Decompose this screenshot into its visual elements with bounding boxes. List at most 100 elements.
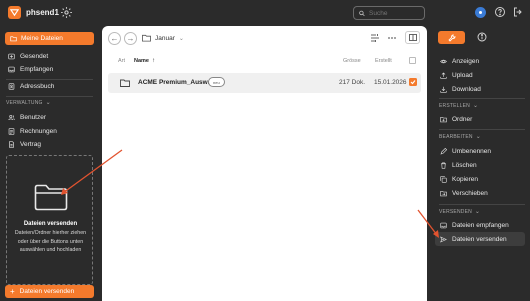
trash-icon [441, 162, 446, 169]
row-size: 217 Dok. [339, 79, 366, 86]
action-delete[interactable]: Löschen [440, 160, 477, 171]
action-rename[interactable]: Umbenennen [440, 146, 491, 157]
info-icon[interactable] [477, 32, 487, 42]
section-admin[interactable]: VERWALTUNG ⌄ [6, 99, 51, 107]
row-created: 15.01.2026 [374, 79, 407, 86]
action-label: Ordner [452, 116, 473, 123]
arrow-left-icon: ← [110, 33, 119, 43]
view-toggle-button[interactable] [405, 31, 420, 44]
addressbook-icon [8, 83, 15, 90]
section-edit[interactable]: BEARBEITEN ⌄ [439, 133, 481, 141]
my-files-label: Meine Dateien [21, 35, 63, 42]
search-icon [359, 10, 365, 16]
folder-plus-icon [440, 117, 447, 123]
folder-icon [34, 184, 68, 211]
sidebar-item-sent[interactable]: Gesendet [8, 51, 48, 62]
invoice-icon [8, 128, 15, 135]
action-label: Verschieben [452, 190, 488, 197]
table-row[interactable]: ACME Premium_Auswahl neu 217 Dok. 15.01.… [108, 73, 421, 93]
action-label: Löschen [452, 162, 477, 169]
copy-icon [440, 176, 447, 183]
sent-icon [8, 53, 15, 60]
section-send[interactable]: VERSENDEN ⌄ [439, 208, 481, 216]
action-copy[interactable]: Kopieren [440, 174, 478, 185]
sidebar-item-users[interactable]: Benutzer [8, 112, 46, 123]
users-icon [8, 114, 15, 121]
inbox-icon [8, 66, 15, 73]
column-header-size[interactable]: Grösse [343, 58, 361, 64]
send-icon [440, 236, 447, 243]
action-label: Dateien empfangen [452, 222, 509, 229]
download-icon [440, 86, 447, 93]
checkmark-icon [410, 80, 416, 85]
logo-icon[interactable] [8, 6, 21, 19]
breadcrumb-current: Januar [155, 35, 175, 42]
send-files-button[interactable]: + Dateien versenden [5, 285, 94, 298]
sidebar-item-contract[interactable]: Vertrag [8, 139, 41, 150]
sort-arrow-up-icon: ↑ [151, 58, 155, 64]
action-move[interactable]: Verschieben [440, 188, 488, 199]
upload-icon [440, 72, 447, 79]
sidebar-item-invoices[interactable]: Rechnungen [8, 126, 57, 137]
sidebar: Meine Dateien Gesendet Empfangen Adressb… [0, 26, 100, 301]
action-new-folder[interactable]: Ordner [440, 114, 472, 125]
chevron-down-icon: ⌄ [472, 103, 479, 109]
eye-icon [440, 59, 447, 64]
contract-icon [9, 141, 14, 148]
divider [439, 98, 525, 99]
tab-actions[interactable] [438, 31, 465, 44]
column-header-created[interactable]: Erstellt [375, 58, 392, 64]
section-create[interactable]: ERSTELLEN ⌄ [439, 102, 479, 110]
action-label: Kopieren [452, 176, 479, 183]
avatar[interactable] [475, 7, 486, 18]
row-name: ACME Premium_Auswahl [138, 79, 218, 86]
rename-icon [440, 148, 447, 155]
sidebar-item-addressbook[interactable]: Adressbuch [8, 81, 54, 92]
row-checkbox[interactable] [409, 78, 417, 86]
search-input[interactable] [369, 9, 424, 17]
help-icon[interactable] [494, 6, 506, 18]
gear-icon[interactable] [60, 6, 73, 19]
action-view[interactable]: Anzeigen [440, 56, 479, 67]
column-header-name[interactable]: Name ↑ [134, 58, 155, 64]
wrench-icon [447, 33, 456, 42]
send-files-label: Dateien versenden [19, 288, 75, 295]
divider [6, 96, 93, 97]
more-icon[interactable] [387, 33, 397, 43]
plus-icon: + [10, 287, 15, 296]
arrow-right-icon: → [126, 33, 135, 43]
app-name: phsend1 [26, 8, 59, 17]
forward-button[interactable]: → [124, 32, 137, 45]
filter-icon[interactable] [370, 33, 380, 43]
sidebar-item-label: Gesendet [20, 53, 49, 60]
top-bar: phsend1 [0, 0, 530, 26]
select-all-checkbox[interactable] [409, 57, 416, 64]
folder-icon [120, 79, 130, 87]
action-label: Umbenennen [452, 148, 492, 155]
breadcrumb[interactable]: Januar ⌄ [155, 35, 184, 42]
chevron-down-icon: ⌄ [474, 209, 481, 215]
action-upload[interactable]: Upload [440, 70, 473, 81]
action-download[interactable]: Download [440, 84, 481, 95]
logout-icon[interactable] [512, 6, 524, 18]
columns-icon [408, 34, 417, 41]
action-label: Dateien versenden [452, 236, 507, 243]
column-header-type[interactable]: Art [118, 58, 125, 64]
sidebar-item-label: Empfangen [20, 66, 54, 73]
dropzone-title: Dateien versenden [23, 221, 78, 227]
back-button[interactable]: ← [108, 32, 121, 45]
sidebar-item-label: Vertrag [20, 141, 41, 148]
receive-icon [440, 222, 447, 229]
dropzone[interactable]: Dateien versenden Dateien/Ordner hierher… [6, 155, 93, 285]
action-send-files[interactable]: Dateien versenden [440, 234, 507, 245]
file-browser: ← → Januar ⌄ Art Name ↑ Grösse Erstellt A… [102, 26, 427, 301]
chevron-down-icon: ⌄ [178, 36, 184, 42]
action-receive-files[interactable]: Dateien empfangen [440, 220, 509, 231]
divider [6, 79, 93, 80]
sidebar-item-label: Benutzer [20, 114, 47, 121]
new-badge: neu [208, 77, 225, 87]
my-files-button[interactable]: Meine Dateien [5, 32, 94, 45]
search-box[interactable] [353, 6, 425, 20]
sidebar-item-received[interactable]: Empfangen [8, 64, 53, 75]
sidebar-item-label: Rechnungen [20, 128, 57, 135]
